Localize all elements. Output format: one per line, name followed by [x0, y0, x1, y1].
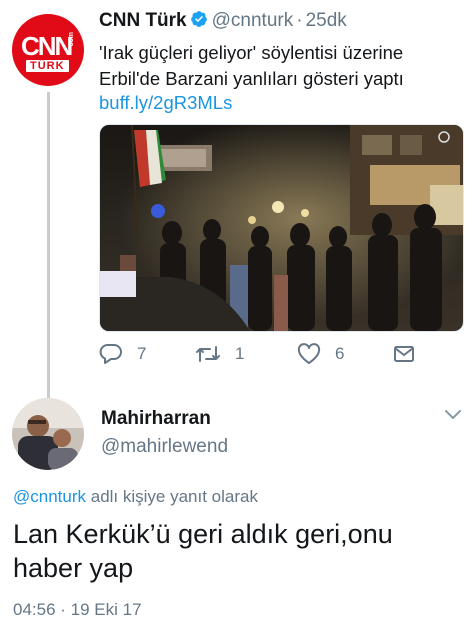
like-count: 6 — [335, 344, 345, 363]
share-button[interactable] — [392, 343, 430, 365]
reply-icon — [99, 344, 122, 364]
tweet-text: 'Irak güçleri geliyor' söylentisi üzerin… — [99, 42, 404, 89]
like-icon — [297, 343, 321, 364]
separator-dot: · — [296, 10, 303, 31]
tweet-link[interactable]: buff.ly/2gR3MLs — [99, 92, 232, 114]
author-name[interactable]: CNN Türk — [99, 10, 187, 31]
reply-context-text: adlı kişiye yanıt olarak — [86, 487, 258, 506]
avatar-photo — [12, 398, 84, 470]
author-handle[interactable]: @cnnturk — [212, 10, 294, 31]
logo-com-text: com — [68, 32, 75, 47]
reply-count: 7 — [137, 344, 147, 363]
avatar-mahirharran[interactable] — [12, 398, 84, 470]
retweet-button[interactable]: 1 — [195, 343, 244, 365]
chevron-down-icon[interactable] — [444, 408, 462, 426]
tweet-actions: 7 1 6 — [99, 343, 429, 369]
reply-button[interactable]: 7 — [99, 343, 146, 365]
avatar-cnnturk[interactable]: CNN com TÜRK — [12, 14, 84, 86]
author-name[interactable]: Mahirharran — [101, 408, 211, 430]
retweet-icon — [196, 346, 220, 362]
tweet-media-image[interactable] — [99, 124, 464, 332]
retweet-count: 1 — [235, 344, 245, 363]
share-icon — [394, 346, 414, 362]
protest-night-photo — [100, 125, 463, 331]
logo-sub-text: TÜRK — [26, 60, 69, 72]
tweet-header: CNN Türk @cnnturk · 25dk — [99, 10, 347, 34]
tweet-timestamp[interactable]: 04:56 · 19 Eki 17 — [13, 600, 142, 620]
thread-line — [47, 92, 50, 398]
tweet-text: Lan Kerkük’ü geri aldık geri,onu haber y… — [13, 519, 393, 583]
like-button[interactable]: 6 — [297, 343, 344, 365]
verified-icon — [190, 10, 208, 34]
author-handle[interactable]: @mahirlewend — [101, 436, 228, 458]
tweet-time[interactable]: 25dk — [306, 10, 347, 31]
reply-context: @cnnturk adlı kişiye yanıt olarak — [13, 487, 258, 507]
logo-text: CNN — [21, 31, 73, 61]
reply-mention-link[interactable]: @cnnturk — [13, 487, 86, 506]
